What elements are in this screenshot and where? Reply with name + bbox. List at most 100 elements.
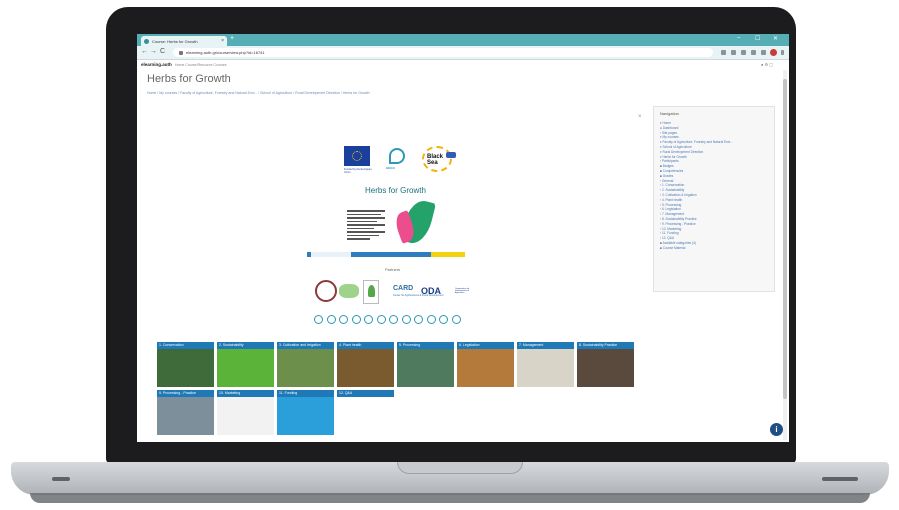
drop-icon[interactable] [364, 315, 373, 324]
laptop-notch [397, 462, 523, 474]
tile-label: 4. Plant health [337, 342, 394, 349]
tile-image [277, 349, 334, 387]
tile-image [217, 397, 274, 435]
new-tab-button[interactable]: + [230, 35, 234, 42]
tile-label: 7. Management [517, 342, 574, 349]
close-window-icon[interactable]: ✕ [773, 35, 778, 42]
section-tile[interactable]: 1. Conservation [157, 342, 214, 387]
section-tile[interactable]: 5. Processing [397, 342, 454, 387]
drop-icon[interactable] [439, 315, 448, 324]
tile-label: 10. Marketing [217, 390, 274, 397]
site-user-menu[interactable]: ● ⚙ ▢ [761, 62, 773, 67]
section-tile[interactable]: 12. Q&A [337, 390, 394, 435]
site-nav[interactable]: Home Course/Resource Courses [175, 63, 227, 67]
browser-tab[interactable]: Course: Herbs for Growth × [141, 36, 227, 46]
tile-image [337, 397, 394, 435]
section-tile[interactable]: 3. Cultivation and Irrigation [277, 342, 334, 387]
tile-image [457, 349, 514, 387]
tile-label: 2. Sustainability [217, 342, 274, 349]
card-logo: CARD [393, 285, 414, 292]
partners-label: Partners [385, 267, 401, 272]
section-tile[interactable]: 4. Plant health [337, 342, 394, 387]
favicon-icon [144, 38, 149, 44]
drop-icon[interactable] [376, 315, 386, 324]
reload-icon[interactable]: C [160, 48, 165, 55]
page-title: Herbs for Growth [147, 73, 231, 85]
close-icon[interactable]: × [638, 114, 642, 120]
drop-icon[interactable] [414, 315, 423, 324]
browser-tab-bar: Course: Herbs for Growth × + – ☐ ✕ [137, 34, 789, 46]
tile-image [217, 349, 274, 387]
site-brand[interactable]: elearning.auth [141, 62, 172, 67]
eu-stars-icon [352, 151, 362, 161]
drop-icon[interactable] [426, 315, 436, 324]
map-logo [339, 284, 359, 298]
oda-logo-subtitle: Organization for Development of Agricult… [455, 288, 470, 294]
partner-logos: CARD Center for Agribusiness & Rural Dev… [315, 280, 475, 306]
laptop-port-right [822, 477, 858, 481]
zoom-icon[interactable] [731, 50, 736, 55]
drop-icon[interactable] [451, 315, 461, 324]
tile-label: 12. Q&A [337, 390, 394, 397]
tile-label: 5. Processing [397, 342, 454, 349]
section-tile[interactable]: 8. Sustainability Practice [577, 342, 634, 387]
tile-image [337, 349, 394, 387]
section-tile[interactable]: 6. Legislation [457, 342, 514, 387]
section-tile[interactable]: 11. Funding [277, 390, 334, 435]
help-button[interactable]: i [770, 423, 783, 436]
tile-label: 8. Sustainability Practice [577, 342, 634, 349]
section-tile[interactable]: 9. Processing - Practice [157, 390, 214, 435]
section-tile[interactable]: 2. Sustainability [217, 342, 274, 387]
nav-item[interactable]: ■ Course Material [660, 246, 772, 251]
url-text: elearning.auth.gr/course/view.php?id=167… [186, 50, 265, 55]
drop-icon[interactable] [314, 315, 323, 324]
poster-title: Herbs for Growth [365, 186, 426, 195]
poster-footer-strip [307, 252, 465, 257]
tile-image [157, 397, 214, 435]
herbs-drop-logo [389, 148, 405, 164]
drop-icon[interactable] [351, 315, 361, 324]
section-tile[interactable]: 7. Management [517, 342, 574, 387]
navigation-block: Navigation ▾ Home ● Dashboard › Site pag… [653, 106, 775, 292]
herbs-logo-caption: HEGO [386, 166, 395, 170]
tile-image [157, 349, 214, 387]
share-icon[interactable] [741, 50, 746, 55]
extensions-icon[interactable] [761, 50, 766, 55]
tile-label: 3. Cultivation and Irrigation [277, 342, 334, 349]
tile-label: 6. Legislation [457, 342, 514, 349]
tree-logo [363, 280, 379, 304]
university-seal-logo [315, 280, 337, 302]
tile-image [397, 349, 454, 387]
drop-icon[interactable] [401, 315, 411, 324]
breadcrumb[interactable]: Home / My courses / Faculty of Agricultu… [147, 91, 370, 95]
profile-avatar[interactable] [770, 49, 777, 56]
section-tile[interactable]: 10. Marketing [217, 390, 274, 435]
drop-icon[interactable] [339, 315, 348, 324]
lock-icon [179, 50, 183, 55]
bookmark-star-icon[interactable] [751, 50, 756, 55]
tile-image [517, 349, 574, 387]
tab-title: Course: Herbs for Growth [152, 38, 198, 44]
funding-logos: Funded by the European Union HEGO Black … [344, 146, 456, 176]
laptop-port-left [52, 477, 70, 481]
drop-icon[interactable] [389, 315, 398, 324]
scrollbar-thumb[interactable] [783, 79, 787, 399]
course-poster: Herbs for Growth [347, 184, 436, 248]
browser-toolbar: ← → C elearning.auth.gr/course/view.php?… [137, 46, 789, 60]
menu-icon[interactable] [781, 50, 784, 55]
tile-image [277, 397, 334, 435]
minimize-icon[interactable]: – [737, 35, 740, 41]
translate-icon[interactable] [721, 50, 726, 55]
close-tab-icon[interactable]: × [221, 38, 224, 44]
stage: Course: Herbs for Growth × + – ☐ ✕ ← → C… [0, 0, 899, 510]
back-icon[interactable]: ← [141, 48, 148, 55]
forward-icon[interactable]: → [150, 48, 157, 55]
tile-label: 1. Conservation [157, 342, 214, 349]
maximize-icon[interactable]: ☐ [755, 35, 760, 42]
address-bar[interactable]: elearning.auth.gr/course/view.php?id=167… [173, 48, 713, 57]
oda-logo: ODA [421, 286, 441, 296]
eu-caption: Funded by the European Union [344, 168, 372, 174]
drop-icon[interactable] [326, 315, 336, 324]
tile-label: 11. Funding [277, 390, 334, 397]
section-drop-icons [314, 315, 474, 325]
